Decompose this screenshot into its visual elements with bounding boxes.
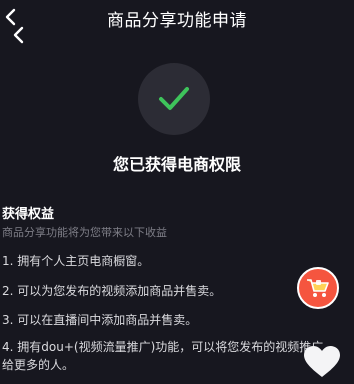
heart-icon [304,346,340,377]
checkmark-icon [159,87,189,110]
benefits-heading: 获得权益 [2,207,55,222]
benefit-item: 2. 可以为您发布的视频添加商品并售卖。 [2,284,222,298]
page-title: 商品分享功能申请 [107,11,247,31]
benefit-item-line: 给更多的人。 [2,358,75,372]
nav-bar: 商品分享功能申请 [0,0,354,44]
benefits-subtitle: 商品分享功能将为您带来以下收益 [2,226,167,239]
benefit-item: 1. 拥有个人主页电商橱窗。 [2,254,150,268]
status-title: 您已获得电商权限 [112,155,241,174]
status-badge [138,63,210,135]
benefit-item-line: 4. 拥有dou+(视频流量推广)功能，可以将您发布的视频推广 [2,340,324,354]
like-button[interactable] [303,345,341,379]
app-screen: 商品分享功能申请 您已获得电商权限 获得权益 商品分享功能将为您带来以下收益 1… [0,0,354,384]
shopping-cart-icon [307,279,329,297]
benefit-item: 3. 可以在直播间中添加商品并售卖。 [2,313,198,327]
floating-cart-button[interactable] [297,267,339,309]
benefit-item: 4. 拥有dou+(视频流量推广)功能，可以将您发布的视频推广 给更多的人。 [2,338,323,374]
